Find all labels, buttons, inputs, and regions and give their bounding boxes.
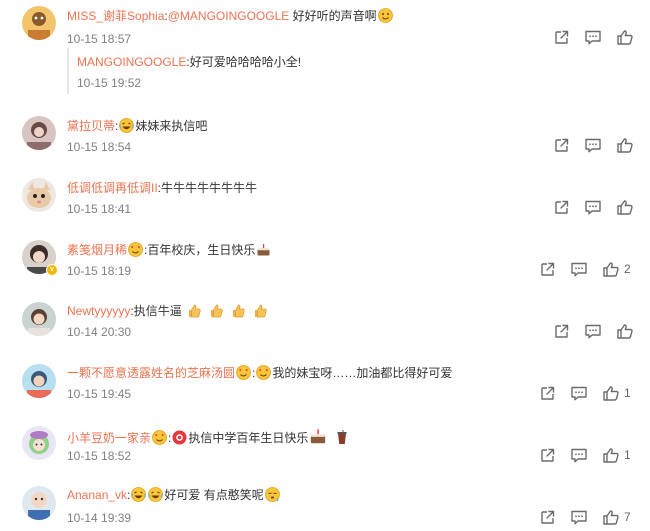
thumbs-up-icon[interactable] <box>616 323 634 339</box>
avatar[interactable] <box>22 6 56 40</box>
reply-text-line: MANGOINGOOGLE:好可爱哈哈哈哈小全! <box>77 54 301 70</box>
share-icon[interactable] <box>552 137 570 153</box>
thumbs-up-icon[interactable] <box>616 29 634 45</box>
share-icon[interactable] <box>538 261 556 277</box>
comment-text: 执信中学百年生日快乐 <box>188 431 309 445</box>
comment-text-line: 小羊豆奶一家亲: 执信中学百年生日快乐 <box>67 427 350 446</box>
like-count: 7 <box>624 510 631 524</box>
comment-time: 10-15 18:54 <box>67 140 132 154</box>
comment-time: 10-15 18:57 <box>67 32 132 46</box>
share-icon[interactable] <box>552 323 570 339</box>
comment-text-line: MISS_谢菲Sophia:@MANGOINGOOGLE 好好听的声音啊 <box>67 8 394 24</box>
heart-eyes-emoji-icon <box>152 430 168 445</box>
separator: : <box>115 119 119 133</box>
thumbs-up-emoji-icon <box>210 304 223 318</box>
comment-text-line: 素笺烟月稀:百年校庆，生日快乐 <box>67 242 272 258</box>
thumbs-up-icon[interactable] <box>602 261 620 277</box>
thumbs-up-emoji-icon <box>188 304 201 318</box>
comment-text-line: 黛拉贝蒂: 妹妹来执信吧 <box>67 118 207 134</box>
comment-icon[interactable] <box>584 29 602 45</box>
share-icon[interactable] <box>538 509 556 525</box>
separator: : <box>168 431 172 445</box>
username-link[interactable]: 小羊豆奶一家亲 <box>67 431 151 445</box>
comment-icon[interactable] <box>584 199 602 215</box>
reply-text: 好可爱哈哈哈哈小全! <box>189 55 302 69</box>
separator: : <box>252 366 256 380</box>
comment-icon[interactable] <box>570 261 588 277</box>
comment-icon[interactable] <box>570 385 588 401</box>
thumbs-up-emoji-icon <box>232 304 245 318</box>
thumbs-up-icon[interactable] <box>602 509 620 525</box>
separator: : <box>127 488 131 502</box>
giggle-emoji-icon <box>377 8 393 23</box>
comment-text: 好好听的声音啊 <box>289 9 377 23</box>
heart-eyes-emoji-icon <box>256 365 272 380</box>
comment-icon[interactable] <box>584 137 602 153</box>
like-count: 1 <box>624 448 631 462</box>
comment-time: 10-14 20:30 <box>67 325 132 339</box>
thumbs-up-emoji-icon <box>254 304 267 318</box>
username-link[interactable]: 素笺烟月稀 <box>67 243 127 257</box>
username-link[interactable]: 黛拉贝蒂 <box>67 119 115 133</box>
comment-time: 10-15 18:19 <box>67 264 132 278</box>
avatar[interactable] <box>22 116 56 150</box>
comment-time: 10-14 19:39 <box>67 511 132 525</box>
red-ball-emoji-icon <box>172 430 187 445</box>
laughing-emoji-icon <box>119 118 135 133</box>
comment-text: 我的妹宝呀……加油都比得好可爱 <box>272 366 453 380</box>
share-icon[interactable] <box>538 385 556 401</box>
comment-time: 10-15 18:41 <box>67 202 132 216</box>
username-link[interactable]: 低调低调再低调II <box>67 181 158 195</box>
laughing-emoji-icon <box>148 487 164 502</box>
share-icon[interactable] <box>552 199 570 215</box>
comment-time: 10-15 19:45 <box>67 387 132 401</box>
like-count: 2 <box>624 262 631 276</box>
avatar[interactable] <box>22 302 56 336</box>
comment-text: 好可爱 有点憨笑呢 <box>164 488 264 502</box>
heart-eyes-emoji-icon <box>128 242 144 257</box>
thumbs-up-icon[interactable] <box>602 447 620 463</box>
reply-block: MANGOINGOOGLE:好可爱哈哈哈哈小全! 10-15 19:52 <box>67 48 367 94</box>
username-link[interactable]: Newtyyyyyy <box>67 304 130 318</box>
share-icon[interactable] <box>538 447 556 463</box>
verified-badge-icon: v <box>46 264 58 276</box>
mention-link[interactable]: @MANGOINGOOGLE <box>168 9 290 23</box>
avatar[interactable] <box>22 486 56 520</box>
avatar[interactable] <box>22 364 56 398</box>
comment-text-line: Ananan_vk: 好可爱 有点憨笑呢 <box>67 487 281 503</box>
cake-emoji-icon <box>311 429 326 444</box>
comment-icon[interactable] <box>570 509 588 525</box>
heart-eyes-emoji-icon <box>236 365 252 380</box>
username-link[interactable]: 一颗不愿意透露姓名的芝麻汤圆 <box>67 366 235 380</box>
thumbs-up-icon[interactable] <box>602 385 620 401</box>
avatar[interactable] <box>22 426 56 460</box>
comment-text-line: Newtyyyyyy:执信牛逼 <box>67 303 268 319</box>
comment-icon[interactable] <box>570 447 588 463</box>
thumbs-up-icon[interactable] <box>616 137 634 153</box>
sleepy-emoji-icon <box>264 487 280 502</box>
username-link[interactable]: MISS_谢菲Sophia <box>67 9 164 23</box>
comment-text: 执信牛逼 <box>133 304 182 318</box>
share-icon[interactable] <box>552 29 570 45</box>
thumbs-up-icon[interactable] <box>616 199 634 215</box>
like-count: 1 <box>624 386 631 400</box>
cake-emoji-icon <box>257 244 270 256</box>
reply-time: 10-15 19:52 <box>77 76 142 90</box>
comment-icon[interactable] <box>584 323 602 339</box>
laughing-emoji-icon <box>131 487 147 502</box>
comment-time: 10-15 18:52 <box>67 449 132 463</box>
reply-username-link[interactable]: MANGOINGOOGLE <box>77 55 186 69</box>
comment-text: 妹妹来执信吧 <box>135 119 208 133</box>
comment-text-line: 低调低调再低调II:牛牛牛牛牛牛牛牛 <box>67 180 257 196</box>
comment-text-line: 一颗不愿意透露姓名的芝麻汤圆: 我的妹宝呀……加油都比得好可爱 <box>67 365 452 381</box>
avatar[interactable] <box>22 178 56 212</box>
drink-emoji-icon <box>337 430 347 444</box>
username-link[interactable]: Ananan_vk <box>67 488 127 502</box>
comment-text: 百年校庆，生日快乐 <box>147 243 256 257</box>
comment-text: 牛牛牛牛牛牛牛牛 <box>161 181 258 195</box>
